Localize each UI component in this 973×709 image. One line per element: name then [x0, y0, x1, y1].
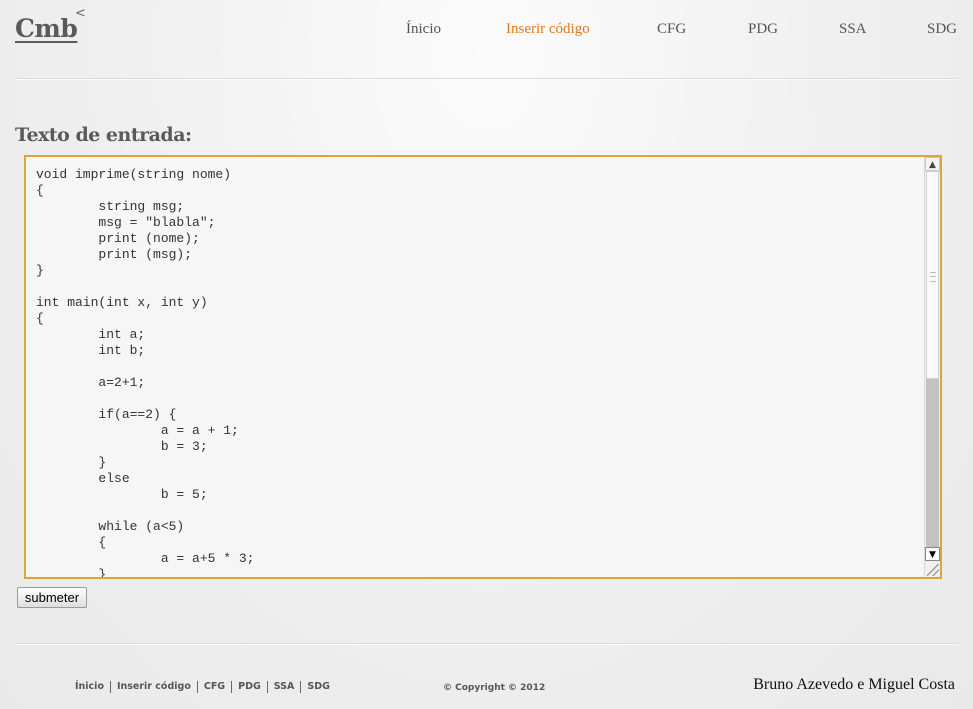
footer-link-sdg[interactable]: SDG [301, 681, 336, 693]
copyright-text: © Copyright © 2012 [443, 683, 546, 693]
logo-caret-mark: < [75, 6, 86, 21]
textarea-scrollbar[interactable]: ▲ ▼ [924, 157, 940, 577]
nav-item-cfg[interactable]: CFG [657, 21, 686, 38]
footer-link-cfg[interactable]: CFG [198, 681, 233, 693]
authors-text: Bruno Azevedo e Miguel Costa [753, 676, 955, 693]
site-logo[interactable]: Cmb [15, 14, 78, 43]
nav-item-inserir-codigo[interactable]: Inserir código [506, 21, 590, 38]
nav-item-pdg[interactable]: PDG [748, 21, 778, 38]
input-heading: Texto de entrada: [15, 124, 192, 146]
grip-icon [930, 272, 936, 282]
footer-link-inserir-codigo[interactable]: Inserir código [111, 681, 198, 693]
code-textarea[interactable]: void imprime(string nome) { string msg; … [24, 155, 942, 579]
scrollbar-track[interactable] [926, 379, 939, 547]
footer-divider [15, 643, 958, 644]
footer-link-ssa[interactable]: SSA [268, 681, 302, 693]
scrollbar-thumb[interactable] [926, 171, 939, 379]
nav-item-inicio[interactable]: Ínicio [406, 21, 441, 38]
nav-item-sdg[interactable]: SDG [927, 21, 957, 38]
code-content[interactable]: void imprime(string nome) { string msg; … [36, 167, 254, 577]
nav-item-ssa[interactable]: SSA [839, 21, 867, 38]
scroll-up-icon[interactable]: ▲ [925, 157, 940, 171]
submit-button[interactable]: submeter [17, 587, 87, 608]
scroll-down-icon[interactable]: ▼ [925, 547, 940, 561]
footer-link-inicio[interactable]: Ínicio [75, 681, 111, 693]
header-divider [15, 78, 958, 79]
footer-link-pdg[interactable]: PDG [232, 681, 268, 693]
resize-handle-icon[interactable] [927, 564, 939, 576]
footer-nav: Ínicio Inserir código CFG PDG SSA SDG [75, 681, 336, 695]
